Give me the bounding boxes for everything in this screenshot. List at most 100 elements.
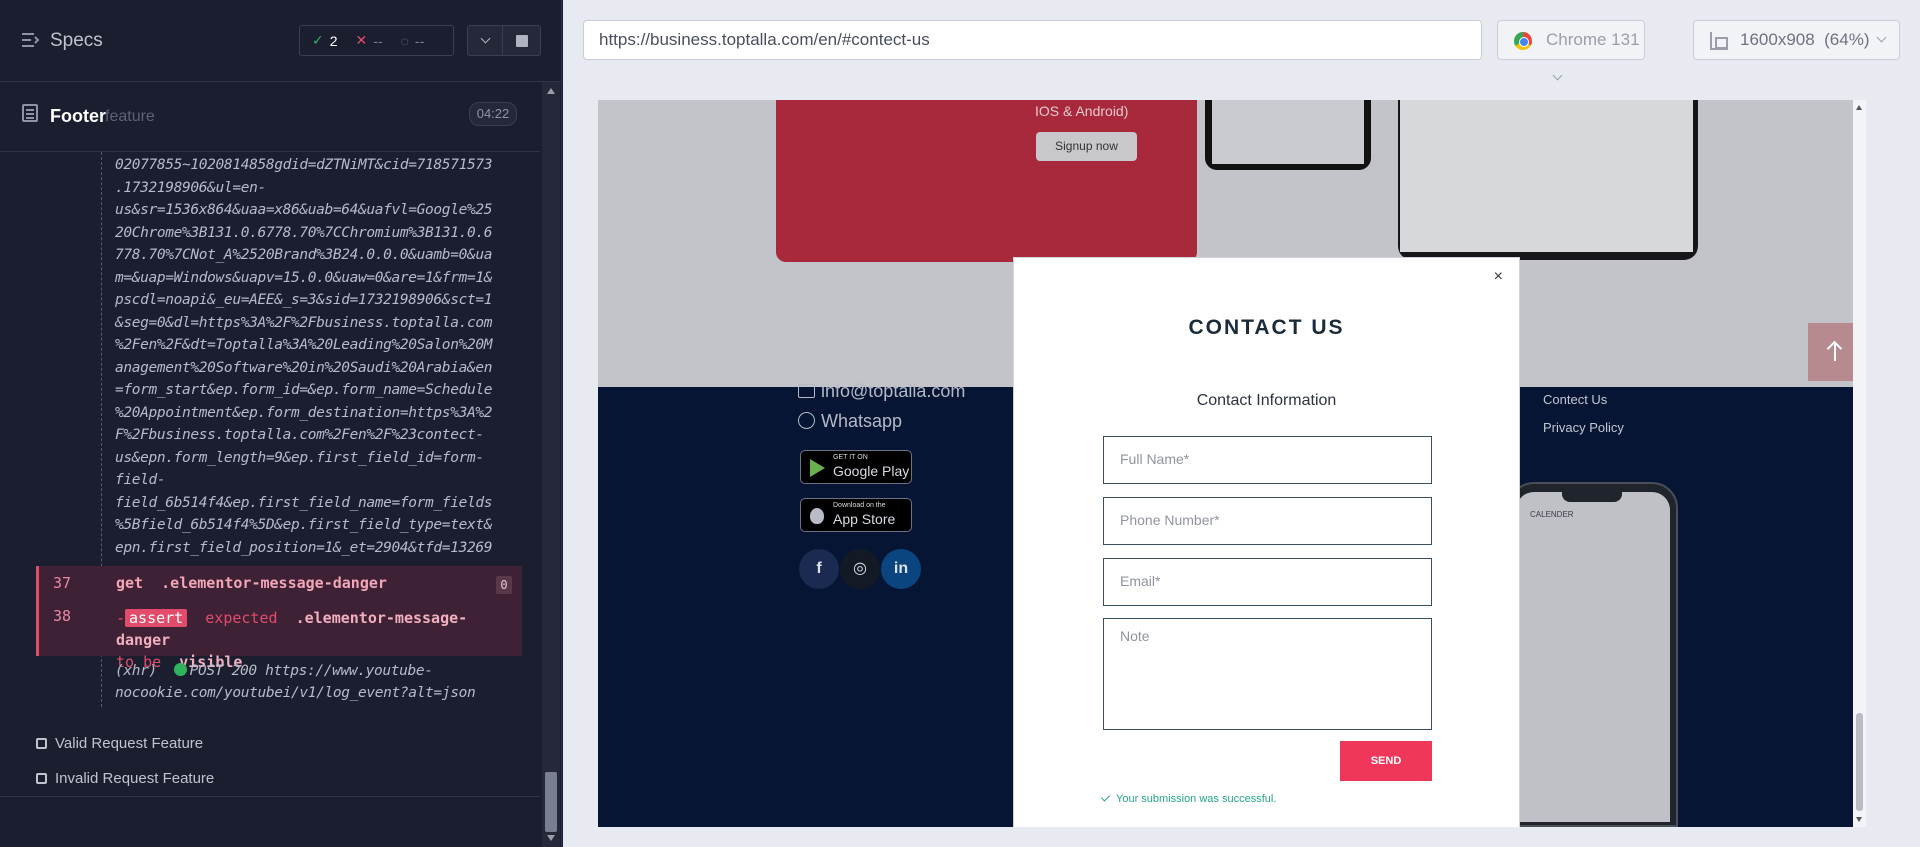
badge-text: App Store [833,511,896,527]
success-text: Your submission was successful. [1116,793,1277,805]
command-log: 02077855~1020814858gdid=dZTNiMT&cid=7185… [0,152,540,717]
phone-mockup-image: CALENDER [1508,482,1678,827]
command-get[interactable]: get .elementor-message-danger [116,574,387,592]
phone-input[interactable]: Phone Number* [1103,497,1432,545]
failed-count: -- [373,32,383,49]
zoom-level: (64%) [1824,30,1870,49]
xhr-line-2: nocookie.com/youtubei/v1/log_event?alt=j… [115,685,476,701]
feature-item-invalid-request[interactable]: Invalid Request Feature [36,770,214,787]
scroll-up-arrow[interactable] [547,88,555,94]
email-input[interactable]: Email* [1103,558,1432,606]
xhr-line-1: POST 200 https://www.youtube- [189,663,433,679]
viewport-selector[interactable]: 1600x908 (64%) [1693,20,1900,60]
scroll-down-arrow[interactable] [547,835,555,841]
scroll-thumb[interactable] [545,772,557,832]
google-play-icon [810,459,825,477]
website-frame: IOS & Android) Signup now info@toptalla.… [598,100,1866,827]
app-store-badge[interactable]: Download on the App Store [800,498,912,532]
specs-menu-icon[interactable] [22,32,40,48]
note-textarea[interactable]: Note [1103,618,1432,730]
passed-count: 2 [329,32,338,49]
specs-header: Specs ✓ 2 ✕ -- ◌ -- [0,0,562,82]
options-dropdown-button[interactable] [467,25,503,56]
duration-badge: 04:22 [469,102,517,126]
app-preview-panel: https://business.toptalla.com/en/#contec… [563,0,1920,847]
url-bar[interactable]: https://business.toptalla.com/en/#contec… [583,20,1482,60]
command-log-panel: Specs ✓ 2 ✕ -- ◌ -- Footer feature 04:22… [0,0,562,847]
instagram-icon[interactable]: ◎ [840,549,880,589]
feature-square-icon [36,738,47,749]
stop-icon [516,35,528,47]
signup-button[interactable]: Signup now [1036,132,1137,161]
scroll-up-arrow[interactable] [1856,105,1862,110]
assert-expected: expected [205,609,278,627]
viewport-size: 1600x908 [1740,30,1815,49]
scroll-down-arrow[interactable] [1856,817,1862,822]
failed-x-icon: ✕ [355,32,368,48]
success-message: Your submission was successful. [1100,792,1277,805]
feature-item-label: Valid Request Feature [55,735,204,752]
tablet-mockup-image [1398,100,1698,260]
whatsapp-text: Whatsapp [821,411,903,431]
line-number-37: 37 [53,574,72,592]
chevron-down-icon [1876,32,1886,43]
feature-item-valid-request[interactable]: Valid Request Feature [36,735,203,752]
footer-email[interactable]: info@toptalla.com [798,381,965,402]
command-selector: .elementor-message-danger [161,574,387,592]
envelope-icon [798,384,815,398]
xhr-label: (xhr) [115,663,157,679]
specs-title[interactable]: Specs [50,30,103,52]
feature-name: Footer [50,106,106,126]
feature-header[interactable]: Footer feature 04:22 [0,82,540,152]
failed-command-group[interactable]: 37 get .elementor-message-danger 0 38 -a… [36,566,522,671]
assert-tag: assert [125,609,188,627]
feature-item-label: Invalid Request Feature [55,770,215,787]
badge-text: Google Play [833,463,910,479]
viewport-icon [1710,32,1728,50]
facebook-icon[interactable]: f [799,549,839,589]
phone-mockup-image [1205,100,1371,170]
chevron-down-icon [1552,70,1563,81]
footer-whatsapp[interactable]: Whatsapp [798,411,902,432]
chrome-icon [1514,32,1532,50]
modal-subtitle: Contact Information [1196,392,1337,409]
stop-button[interactable] [503,25,541,56]
whatsapp-icon [798,412,815,429]
linkedin-icon[interactable]: in [881,549,921,589]
element-count-badge: 0 [496,576,512,594]
send-button[interactable]: SEND [1340,741,1432,781]
document-icon [22,104,38,122]
contact-modal: × CONTACT US Contact Information Full Na… [1013,257,1520,827]
modal-title: CONTACT US [1188,316,1345,339]
google-play-badge[interactable]: GET IT ON Google Play [800,450,912,484]
line-number-38: 38 [53,607,72,625]
full-name-input[interactable]: Full Name* [1103,436,1432,484]
badge-small-text: GET IT ON [833,454,868,461]
pending-spinner-icon: ◌ [400,32,409,49]
browser-selector[interactable]: Chrome 131 [1497,20,1645,81]
pending-count: -- [414,32,425,49]
footer-link-privacy[interactable]: Privacy Policy [1543,420,1624,435]
divider [0,796,540,797]
check-icon [1100,792,1111,802]
email-text: info@toptalla.com [821,381,966,401]
test-stats: ✓ 2 ✕ -- ◌ -- [299,25,454,56]
feature-square-icon [36,773,47,784]
command-name: get [116,574,144,592]
calendar-label: CALENDER [1530,510,1574,519]
platform-text: IOS & Android) [1035,103,1129,119]
scroll-thumb[interactable] [1856,713,1863,811]
feature-type-label: feature [105,108,155,125]
footer-link-contact[interactable]: Contect Us [1543,392,1607,407]
apple-icon [810,508,824,524]
frame-scrollbar[interactable] [1853,100,1866,827]
xhr-log-entry[interactable]: (xhr) POST 200 https://www.youtube- noco… [115,660,476,704]
log-scrollbar[interactable] [542,82,560,847]
status-dot-icon [173,663,187,676]
close-icon[interactable]: × [1494,268,1503,286]
passed-check-icon: ✓ [312,32,324,48]
signup-card: IOS & Android) Signup now [776,100,1197,262]
chevron-down-icon [480,33,491,44]
log-request-text[interactable]: 02077855~1020814858gdid=dZTNiMT&cid=7185… [115,154,520,559]
browser-name: Chrome 131 [1546,30,1640,49]
